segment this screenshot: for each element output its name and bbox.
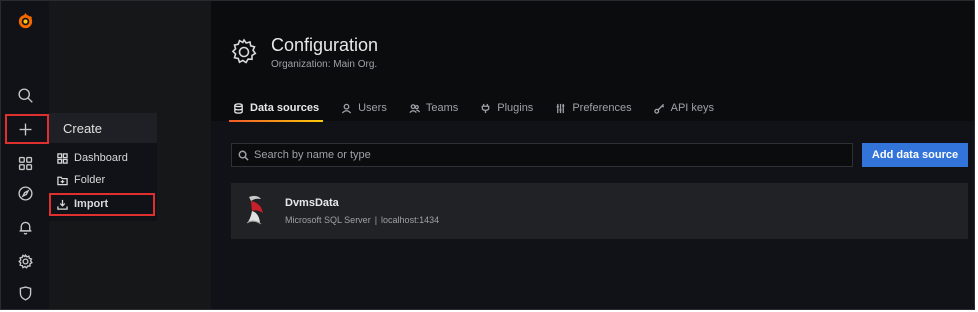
page-subtitle: Organization: Main Org. bbox=[271, 59, 378, 70]
tab-teams[interactable]: Teams bbox=[409, 97, 458, 119]
tab-label: API keys bbox=[670, 102, 715, 114]
sidebar bbox=[1, 1, 49, 309]
grafana-window: Create Dashboard Folder Import Configura… bbox=[0, 0, 975, 310]
shield-icon[interactable] bbox=[15, 283, 35, 303]
datasource-host: localhost:1434 bbox=[381, 215, 440, 225]
tab-plugins[interactable]: Plugins bbox=[480, 97, 533, 119]
create-menu-header[interactable]: Create bbox=[49, 113, 157, 143]
search-icon bbox=[238, 150, 249, 161]
tab-users[interactable]: Users bbox=[341, 97, 387, 119]
datasource-name: DvmsData bbox=[285, 197, 339, 209]
tab-data-sources[interactable]: Data sources bbox=[228, 97, 324, 122]
bell-icon[interactable] bbox=[15, 217, 35, 237]
datasource-type: Microsoft SQL Server bbox=[285, 215, 371, 225]
tab-label: Teams bbox=[425, 102, 459, 114]
plus-highlight-box bbox=[5, 114, 49, 144]
gear-icon[interactable] bbox=[15, 251, 35, 271]
tab-bar: Data sources Users Teams Plugins Prefere… bbox=[228, 97, 715, 122]
import-highlight-box bbox=[49, 193, 155, 216]
grafana-logo[interactable] bbox=[15, 11, 35, 31]
users-icon bbox=[409, 103, 420, 113]
datasource-card[interactable]: DvmsData Microsoft SQL Server | localhos… bbox=[231, 183, 968, 239]
add-data-source-button[interactable]: Add data source bbox=[862, 143, 968, 167]
apps-icon[interactable] bbox=[15, 153, 35, 173]
sql-server-logo-icon bbox=[243, 193, 269, 227]
datasource-separator: | bbox=[374, 215, 378, 225]
tab-api-keys[interactable]: API keys bbox=[653, 97, 715, 119]
page-title: Configuration bbox=[271, 35, 379, 55]
compass-icon[interactable] bbox=[15, 183, 35, 203]
search-bar bbox=[231, 143, 853, 167]
user-icon bbox=[341, 103, 352, 114]
tab-label: Users bbox=[358, 102, 387, 114]
key-icon bbox=[653, 103, 664, 114]
database-icon bbox=[234, 102, 243, 114]
page-header: Configuration Organization: Main Org. Da… bbox=[211, 1, 974, 122]
gear-icon bbox=[229, 37, 259, 67]
folder-icon bbox=[57, 176, 68, 185]
sliders-icon bbox=[556, 103, 565, 113]
tab-label: Preferences bbox=[572, 102, 632, 114]
main-content: Configuration Organization: Main Org. Da… bbox=[211, 1, 974, 309]
create-menu: Create Dashboard Folder Import bbox=[49, 113, 157, 221]
search-input[interactable] bbox=[254, 149, 834, 161]
tab-label: Plugins bbox=[497, 102, 534, 114]
create-menu-item-label: Dashboard bbox=[74, 152, 128, 164]
tab-label: Data sources bbox=[250, 102, 320, 114]
create-menu-item-folder[interactable]: Folder bbox=[57, 170, 105, 190]
create-menu-item-label: Folder bbox=[74, 174, 106, 186]
plug-icon bbox=[481, 103, 490, 113]
tab-preferences[interactable]: Preferences bbox=[555, 97, 632, 119]
create-menu-item-dashboard[interactable]: Dashboard bbox=[57, 148, 128, 168]
apps-icon bbox=[57, 152, 68, 164]
datasource-meta: Microsoft SQL Server | localhost:1434 bbox=[285, 215, 439, 225]
search-icon[interactable] bbox=[15, 85, 35, 105]
